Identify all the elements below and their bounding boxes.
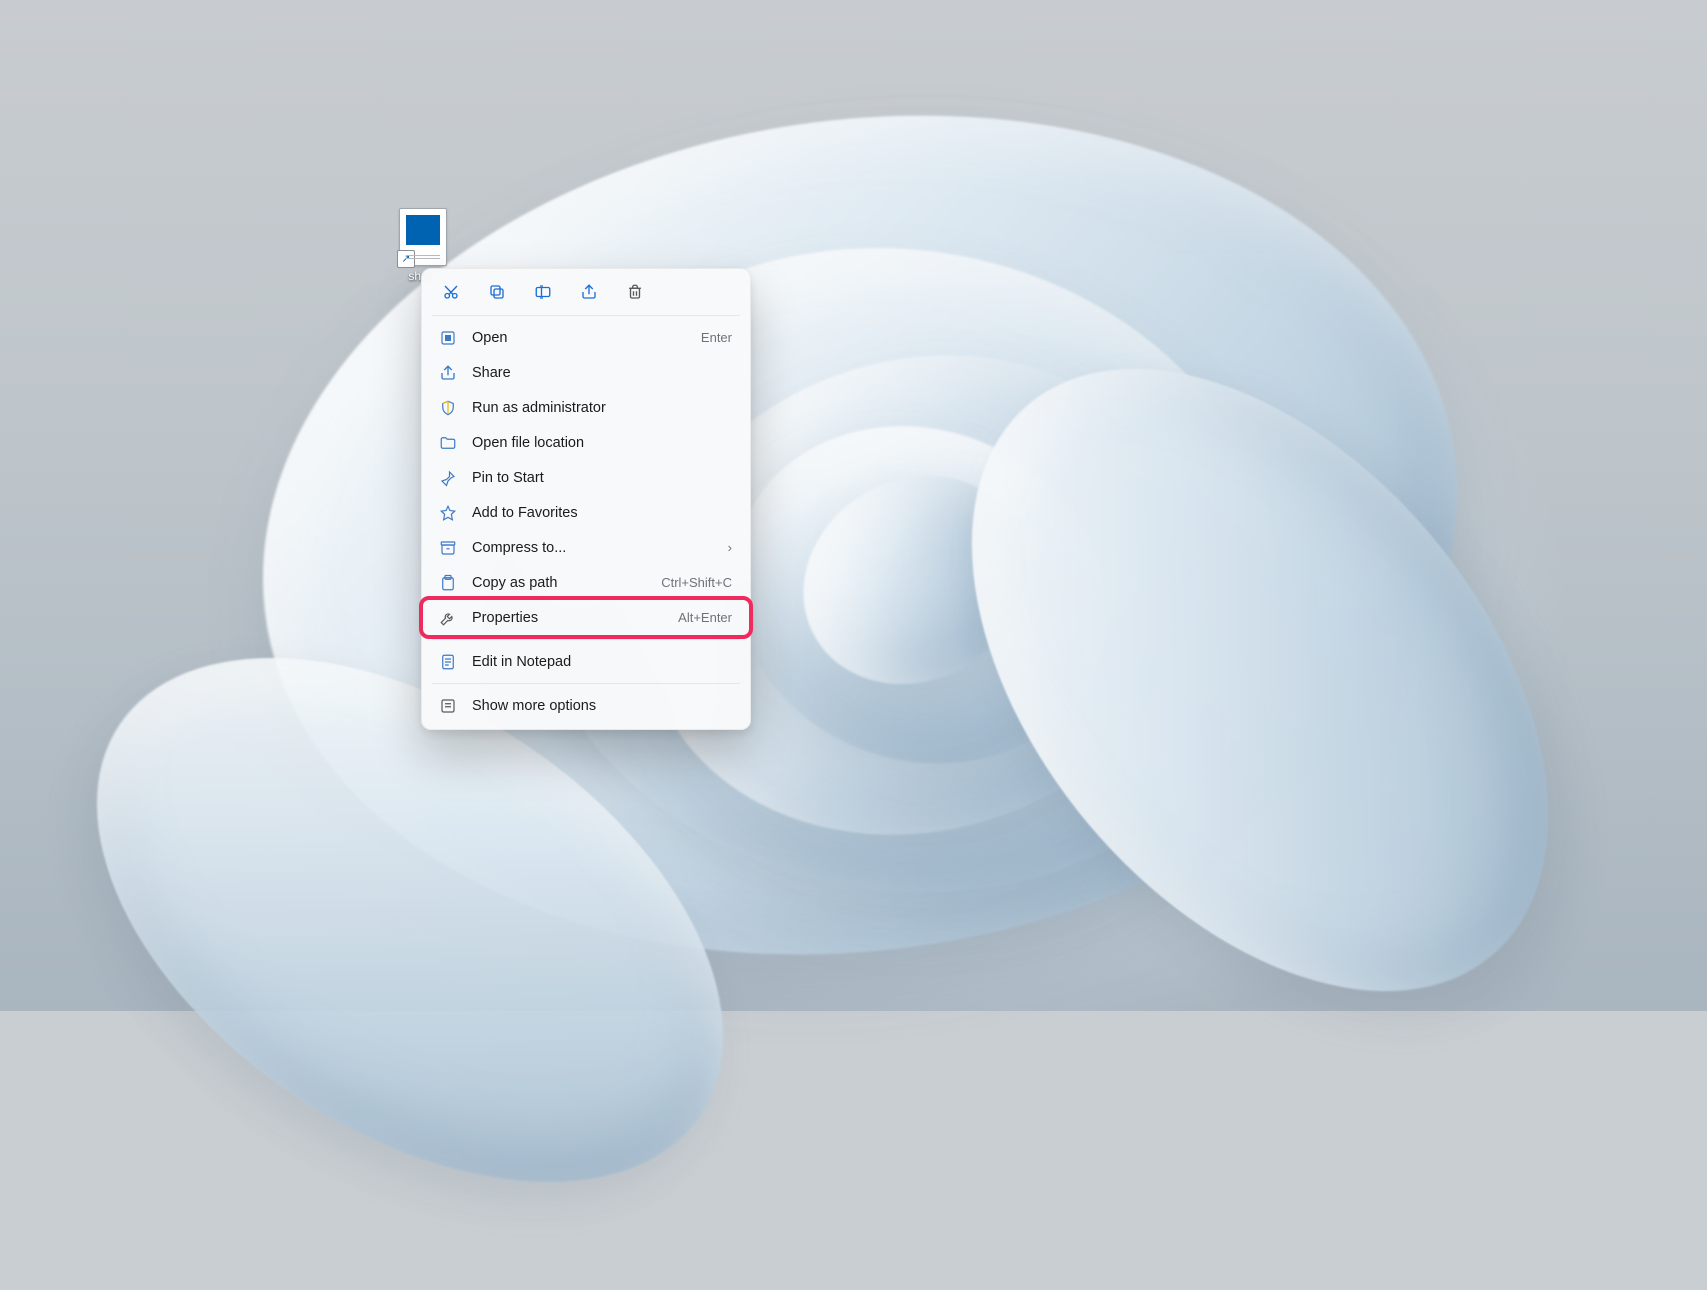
menu-item-add-fav[interactable]: Add to Favorites <box>428 495 744 530</box>
menu-item-properties[interactable]: PropertiesAlt+Enter <box>428 600 744 635</box>
archive-icon <box>438 538 458 558</box>
shortcut-file-icon: ↗ <box>399 208 447 266</box>
context-menu-toolbar <box>428 275 744 311</box>
menu-item-more-options[interactable]: Show more options <box>428 688 744 723</box>
menu-item-label: Run as administrator <box>472 400 732 416</box>
menu-item-label: Show more options <box>472 698 732 714</box>
menu-item-label: Open <box>472 330 701 346</box>
shield-icon <box>438 398 458 418</box>
shortcut-arrow-badge: ↗ <box>397 250 415 268</box>
menu-item-shortcut: Enter <box>701 330 732 345</box>
menu-item-share[interactable]: Share <box>428 355 744 390</box>
delete-icon[interactable] <box>624 281 646 303</box>
rename-icon[interactable] <box>532 281 554 303</box>
menu-item-label: Edit in Notepad <box>472 654 732 670</box>
menu-item-label: Share <box>472 365 732 381</box>
menu-item-label: Copy as path <box>472 575 661 591</box>
separator <box>432 683 740 684</box>
desktop-wallpaper <box>0 0 1707 1011</box>
menu-item-compress[interactable]: Compress to...› <box>428 530 744 565</box>
share-icon <box>438 363 458 383</box>
pin-icon <box>438 468 458 488</box>
notepad-icon <box>438 652 458 672</box>
menu-item-run-admin[interactable]: Run as administrator <box>428 390 744 425</box>
menu-item-label: Properties <box>472 610 678 626</box>
menu-item-pin-start[interactable]: Pin to Start <box>428 460 744 495</box>
menu-item-edit-notepad[interactable]: Edit in Notepad <box>428 644 744 679</box>
share-icon[interactable] <box>578 281 600 303</box>
separator <box>432 639 740 640</box>
menu-item-label: Add to Favorites <box>472 505 732 521</box>
menu-item-label: Pin to Start <box>472 470 732 486</box>
menu-item-shortcut: Ctrl+Shift+C <box>661 575 732 590</box>
copypath-icon <box>438 573 458 593</box>
wrench-icon <box>438 608 458 628</box>
copy-icon[interactable] <box>486 281 508 303</box>
separator <box>432 315 740 316</box>
more-icon <box>438 696 458 716</box>
context-menu: OpenEnter Share Run as administrator Open f… <box>421 268 751 730</box>
star-icon <box>438 503 458 523</box>
menu-item-open[interactable]: OpenEnter <box>428 320 744 355</box>
menu-item-shortcut: Alt+Enter <box>678 610 732 625</box>
folder-icon <box>438 433 458 453</box>
cut-icon[interactable] <box>440 281 462 303</box>
menu-item-copy-path[interactable]: Copy as pathCtrl+Shift+C <box>428 565 744 600</box>
menu-item-label: Open file location <box>472 435 732 451</box>
menu-item-label: Compress to... <box>472 540 728 556</box>
menu-item-open-location[interactable]: Open file location <box>428 425 744 460</box>
open-icon <box>438 328 458 348</box>
chevron-right-icon: › <box>728 540 732 555</box>
